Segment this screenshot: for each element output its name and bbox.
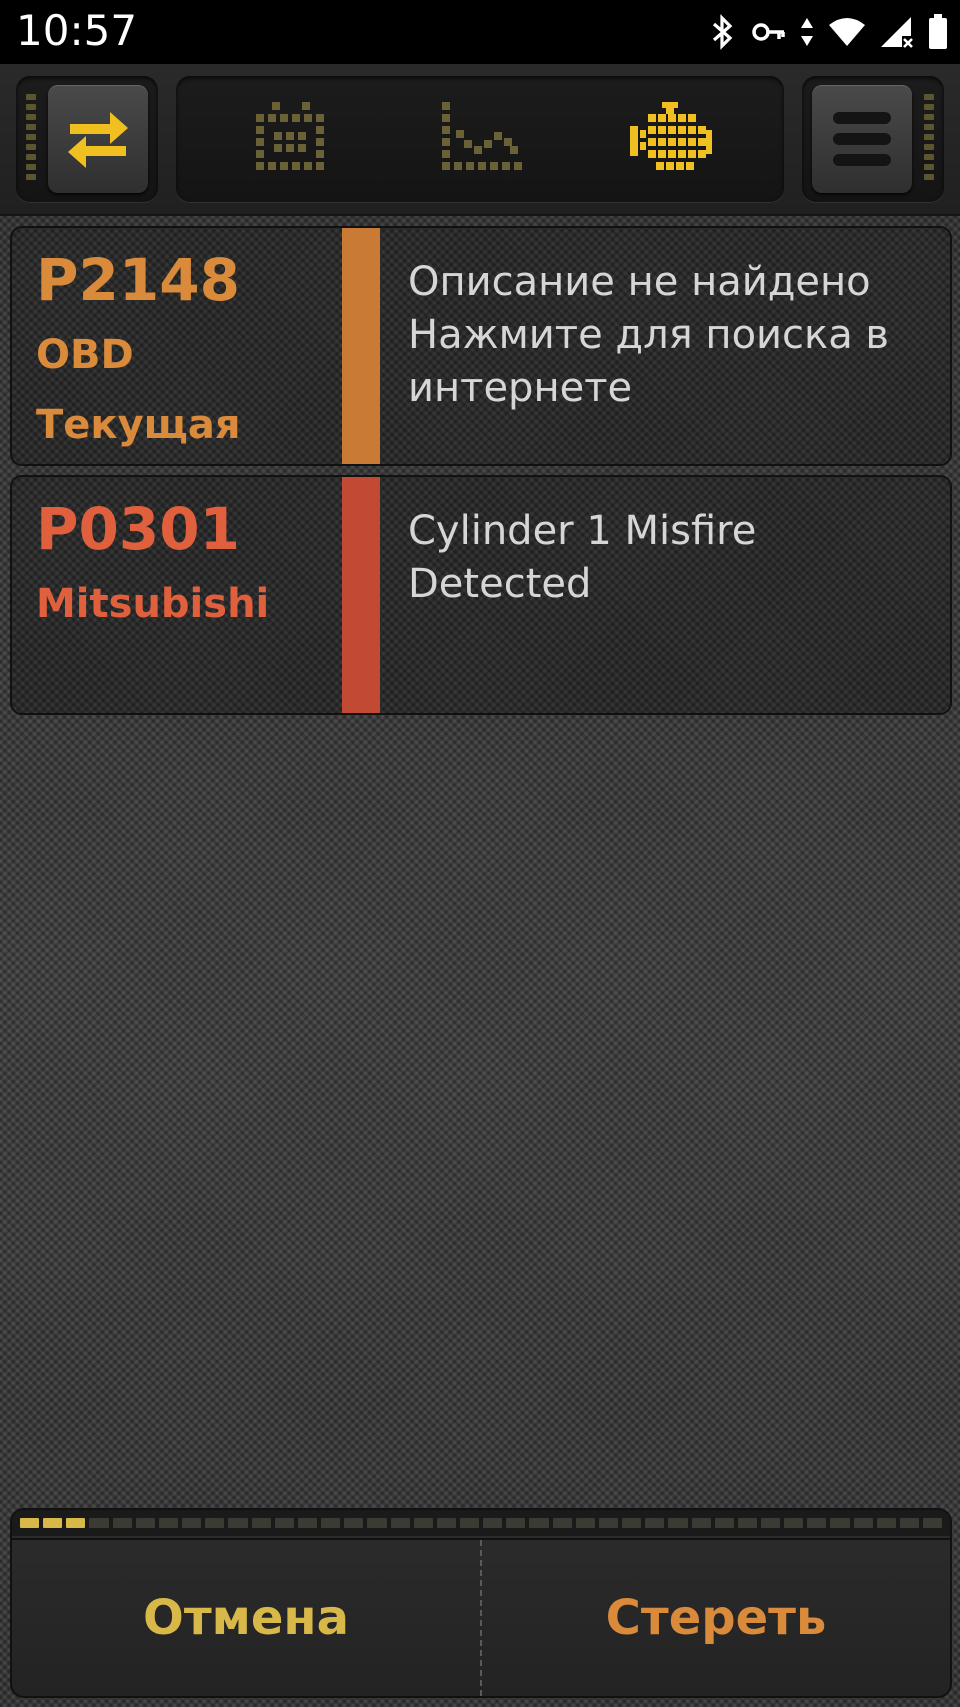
swap-arrows-icon bbox=[68, 112, 128, 168]
progress-segment bbox=[899, 1518, 920, 1528]
progress-segment bbox=[784, 1518, 804, 1528]
progress-segment bbox=[714, 1518, 734, 1528]
led-strip-left bbox=[26, 94, 36, 184]
menu-icon bbox=[833, 112, 891, 166]
status-time: 10:57 bbox=[16, 6, 138, 55]
trouble-code: P2148 bbox=[36, 246, 240, 314]
engine-icon[interactable] bbox=[628, 100, 714, 184]
code-source: Mitsubishi bbox=[36, 581, 270, 627]
code-description: Описание не найдено Нажмите для поиска в… bbox=[408, 259, 889, 411]
progress-segment bbox=[645, 1518, 665, 1528]
menu-button[interactable] bbox=[812, 85, 912, 193]
progress-segment bbox=[876, 1518, 896, 1528]
battery-icon bbox=[929, 14, 947, 49]
progress-segment bbox=[575, 1518, 595, 1528]
progress-segment bbox=[552, 1518, 572, 1528]
severity-bar bbox=[342, 228, 380, 464]
clear-button[interactable]: Стереть bbox=[482, 1540, 950, 1696]
bluetooth-icon bbox=[712, 14, 733, 50]
progress-bar bbox=[12, 1510, 950, 1536]
progress-segment bbox=[205, 1518, 225, 1528]
severity-bar bbox=[342, 477, 380, 713]
trouble-code-card[interactable]: P2148 OBD Текущая Описание не найдено На… bbox=[10, 226, 952, 466]
code-status: Текущая bbox=[36, 402, 241, 448]
progress-segment bbox=[737, 1518, 757, 1528]
action-panel: Отмена Стереть bbox=[10, 1508, 952, 1698]
progress-segment bbox=[344, 1518, 364, 1528]
status-icons bbox=[708, 12, 948, 52]
progress-segment bbox=[761, 1518, 781, 1528]
cancel-button[interactable]: Отмена bbox=[12, 1540, 480, 1696]
progress-segment bbox=[598, 1518, 619, 1528]
progress-segment bbox=[506, 1518, 526, 1528]
progress-segment bbox=[182, 1518, 202, 1528]
wifi-icon bbox=[829, 18, 865, 46]
progress-segment bbox=[483, 1518, 503, 1528]
menu-panel bbox=[802, 76, 944, 202]
dashboard-grid-icon[interactable] bbox=[250, 100, 334, 184]
led-strip-right bbox=[924, 94, 934, 184]
progress-segment bbox=[413, 1518, 433, 1528]
trouble-code-card[interactable]: P0301 Mitsubishi Cylinder 1 Misfire Dete… bbox=[10, 475, 952, 715]
progress-segment bbox=[158, 1518, 179, 1528]
cell-signal-icon bbox=[881, 17, 913, 48]
progress-segment bbox=[367, 1518, 387, 1528]
progress-segment bbox=[459, 1518, 480, 1528]
progress-segment bbox=[853, 1518, 873, 1528]
progress-segment bbox=[89, 1518, 109, 1528]
progress-segment bbox=[436, 1518, 456, 1528]
graph-icon[interactable] bbox=[440, 100, 524, 184]
top-toolbar bbox=[0, 64, 960, 216]
connection-button[interactable] bbox=[48, 85, 148, 193]
progress-segment bbox=[43, 1518, 63, 1528]
progress-segment bbox=[251, 1518, 271, 1528]
status-bar: 10:57 bbox=[0, 0, 960, 64]
progress-segment bbox=[622, 1518, 642, 1528]
view-tabs bbox=[176, 76, 784, 202]
progress-segment bbox=[321, 1518, 341, 1528]
progress-segment bbox=[228, 1518, 248, 1528]
data-arrows-icon bbox=[801, 18, 813, 46]
vpn-key-icon bbox=[752, 23, 785, 41]
code-source: OBD bbox=[36, 332, 134, 378]
progress-segment bbox=[923, 1518, 943, 1528]
progress-segment bbox=[274, 1518, 294, 1528]
code-description: Cylinder 1 Misfire Detected bbox=[408, 508, 757, 607]
progress-segment bbox=[66, 1518, 86, 1528]
progress-segment bbox=[529, 1518, 549, 1528]
progress-segment bbox=[830, 1518, 850, 1528]
progress-segment bbox=[112, 1518, 132, 1528]
trouble-code: P0301 bbox=[36, 495, 240, 563]
progress-segment bbox=[668, 1518, 688, 1528]
progress-segment bbox=[691, 1518, 711, 1528]
connection-panel bbox=[16, 76, 158, 202]
progress-segment bbox=[390, 1518, 410, 1528]
progress-segment bbox=[807, 1518, 827, 1528]
progress-segment bbox=[135, 1518, 155, 1528]
progress-segment bbox=[297, 1518, 318, 1528]
progress-segment bbox=[20, 1518, 40, 1528]
